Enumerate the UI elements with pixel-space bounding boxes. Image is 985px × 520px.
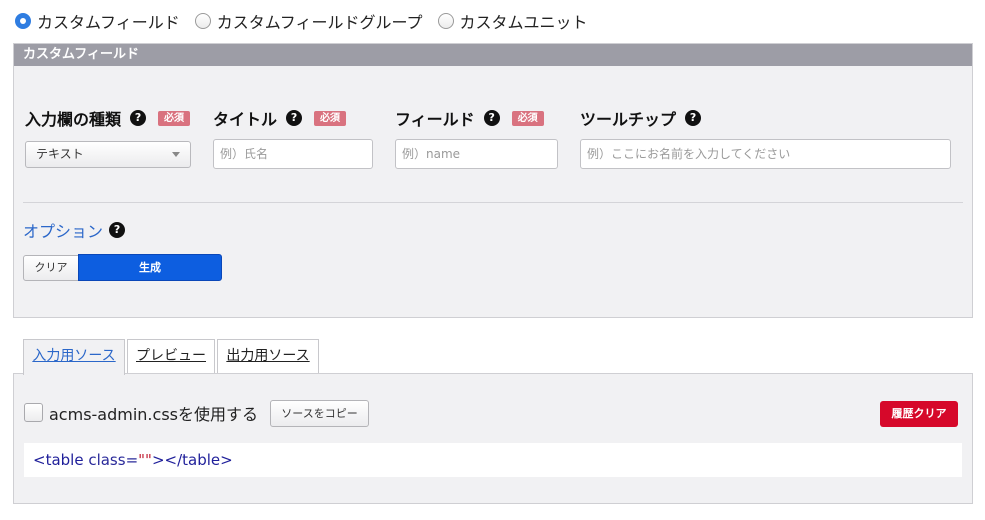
title-input[interactable] [213, 139, 373, 169]
tab-output-source[interactable]: 出力用ソース [217, 339, 319, 374]
source-code[interactable]: <table class=""></table> [24, 443, 962, 477]
copy-source-button[interactable]: ソースをコピー [270, 400, 369, 427]
tab-input-source[interactable]: 入力用ソース [23, 339, 125, 375]
code-tag-close: ></table> [151, 451, 233, 469]
required-badge: 必須 [158, 110, 191, 126]
radio-custom-field-group-label: カスタムフィールドグループ [216, 13, 423, 32]
field-label: フィールド [395, 110, 475, 129]
use-admin-css-checkbox[interactable] [24, 403, 43, 422]
radio-button-icon[interactable] [194, 13, 211, 29]
title-label-group: タイトル ? 必須 [213, 106, 347, 130]
radio-custom-field-group[interactable]: カスタムフィールドグループ [194, 9, 423, 33]
required-badge: 必須 [314, 110, 347, 126]
clear-history-button[interactable]: 履歴クリア [880, 401, 958, 427]
panel-header: カスタムフィールド [14, 44, 972, 66]
help-icon[interactable]: ? [286, 110, 303, 126]
tooltip-label: ツールチップ [580, 110, 677, 129]
code-tag-open: <table [33, 451, 89, 469]
required-badge: 必須 [511, 110, 544, 126]
help-icon[interactable]: ? [130, 110, 147, 126]
options-toggle[interactable]: オプション ? [23, 218, 126, 242]
options-label[interactable]: オプション [23, 218, 103, 242]
help-icon[interactable]: ? [685, 110, 702, 126]
radio-custom-field[interactable]: カスタムフィールド [15, 9, 180, 33]
input-type-label-group: 入力欄の種類 ? 必須 [25, 106, 191, 130]
radio-custom-field-label: カスタムフィールド [37, 13, 180, 32]
tab-preview[interactable]: プレビュー [127, 339, 215, 374]
input-type-label: 入力欄の種類 [25, 110, 122, 129]
code-string: "" [138, 451, 152, 469]
code-attr: class= [88, 451, 139, 469]
help-icon[interactable]: ? [483, 110, 500, 126]
use-admin-css-label[interactable]: acms-admin.cssを使用する [49, 401, 258, 425]
field-label-group: フィールド ? 必須 [395, 106, 544, 130]
radio-custom-unit-label: カスタムユニット [459, 13, 588, 32]
radio-custom-unit[interactable]: カスタムユニット [437, 9, 588, 33]
type-selector: カスタムフィールド カスタムフィールドグループ カスタムユニット [15, 10, 603, 32]
tooltip-input[interactable] [580, 139, 951, 169]
radio-button-icon[interactable] [437, 13, 454, 29]
generate-button[interactable]: 生成 [78, 254, 222, 281]
field-input[interactable] [395, 139, 558, 169]
help-icon[interactable]: ? [109, 222, 126, 238]
source-panel [13, 373, 973, 504]
title-label: タイトル [213, 110, 278, 129]
radio-button-icon[interactable] [15, 13, 31, 29]
input-type-selected: テキスト [36, 147, 84, 161]
divider [23, 202, 963, 203]
input-type-select[interactable]: テキスト [25, 141, 191, 168]
clear-button[interactable]: クリア [23, 255, 79, 281]
chevron-down-icon [172, 152, 180, 157]
tooltip-label-group: ツールチップ ? [580, 106, 702, 130]
